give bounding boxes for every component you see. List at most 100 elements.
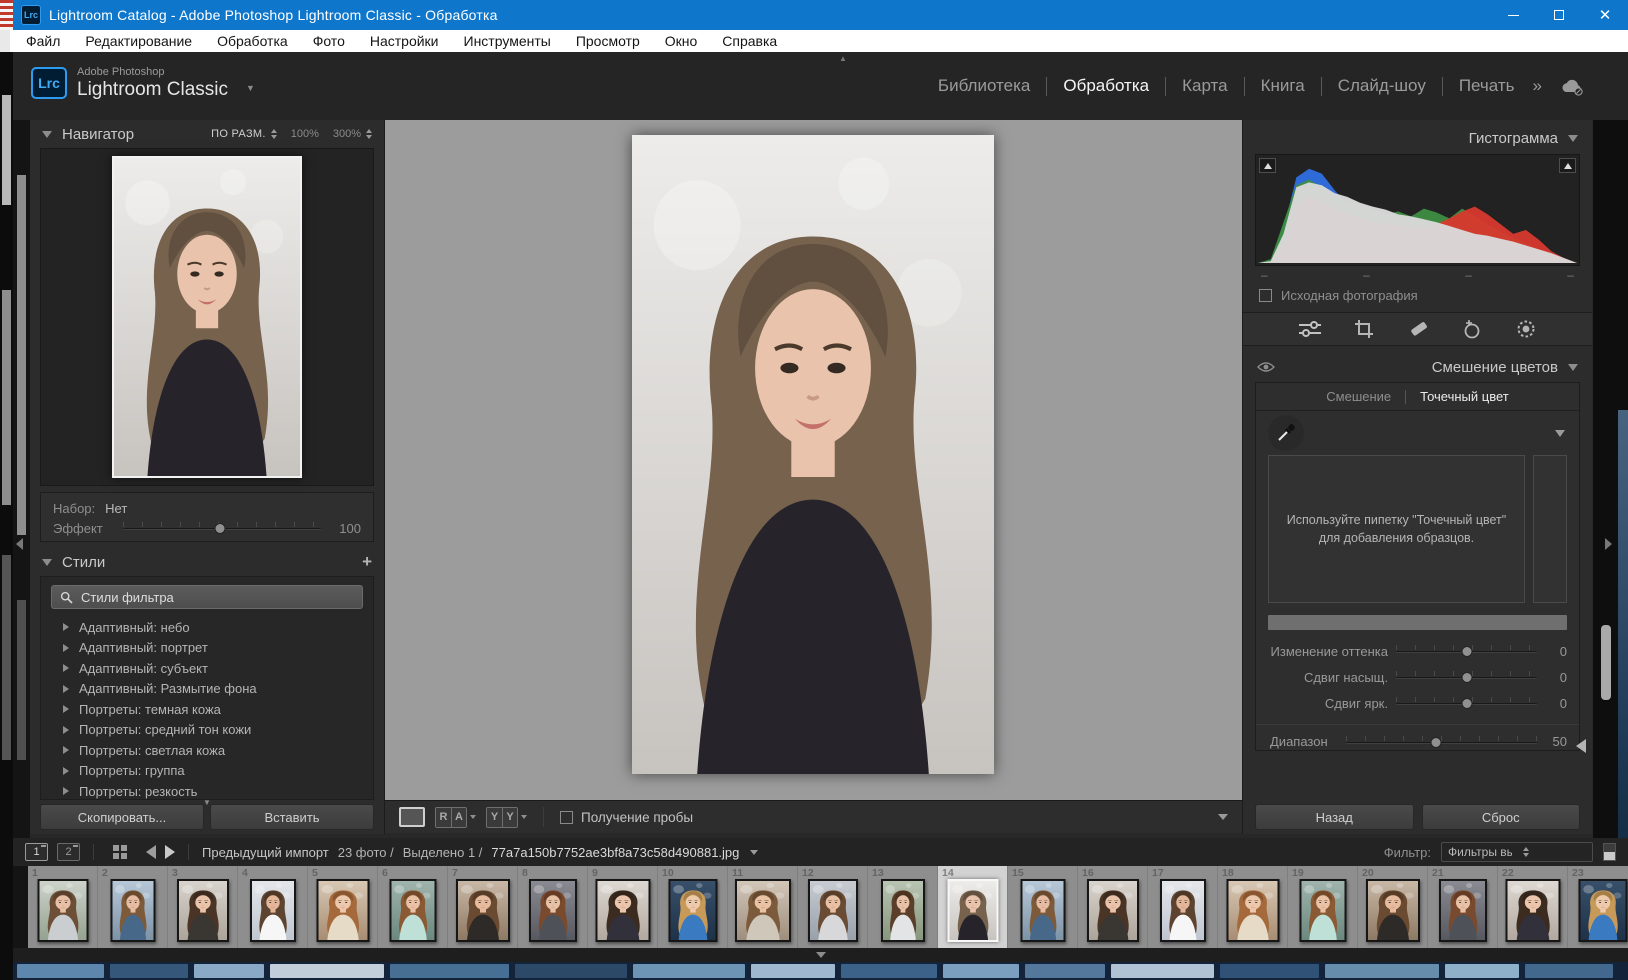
menu-item-1[interactable]: Файл (26, 33, 60, 49)
style-item-3[interactable]: Адаптивный: субъект (41, 658, 373, 679)
range-slider-thumb[interactable] (1430, 737, 1441, 748)
menu-item-6[interactable]: Инструменты (464, 33, 551, 49)
loupe-view-icon[interactable] (399, 807, 425, 827)
filmstrip-cell-13[interactable]: 13 (868, 866, 938, 948)
copy-settings-button[interactable]: Скопировать... (40, 804, 204, 830)
styles-search-input[interactable]: Стили фильтра (51, 585, 363, 609)
filmstrip-cell-18[interactable]: 18 (1218, 866, 1288, 948)
filmstrip-cell-22[interactable]: 22 (1498, 866, 1568, 948)
grid-view-icon[interactable] (113, 845, 127, 859)
expand-triangle-icon[interactable] (63, 726, 69, 734)
menu-item-7[interactable]: Просмотр (576, 33, 640, 49)
close-button[interactable]: ✕ (1582, 0, 1628, 30)
color-mixer-header[interactable]: Смешение цветов (1243, 352, 1592, 382)
filter-dropdown[interactable]: Фильтры выключ... (1441, 842, 1593, 862)
photo-thumbnail[interactable] (529, 879, 577, 942)
slider-thumb[interactable] (1461, 698, 1472, 709)
checkbox-icon[interactable] (560, 811, 573, 824)
source-label[interactable]: Предыдущий импорт (202, 845, 329, 860)
reference-view-group[interactable]: R A (435, 807, 476, 828)
module-3[interactable]: Карта (1180, 72, 1230, 100)
style-item-8[interactable]: Портреты: группа (41, 761, 373, 782)
style-item-2[interactable]: Адаптивный: портрет (41, 638, 373, 659)
histogram-header[interactable]: Гистограмма (1243, 124, 1592, 152)
menu-item-2[interactable]: Редактирование (85, 33, 192, 49)
photo-thumbnail[interactable] (110, 879, 155, 942)
go-forward-icon[interactable] (165, 845, 175, 859)
zoom-300-button[interactable]: 300% (333, 128, 361, 140)
filmstrip-cell-5[interactable]: 5 (308, 866, 378, 948)
module-overflow-button[interactable]: » (1533, 76, 1542, 96)
filmstrip-cell-20[interactable]: 20 (1358, 866, 1428, 948)
second-window-button[interactable]: 2 (57, 843, 80, 861)
expand-triangle-icon[interactable] (63, 746, 69, 754)
filmstrip-cell-11[interactable]: 11 (728, 866, 798, 948)
histogram-box[interactable] (1255, 154, 1580, 266)
photo-thumbnail[interactable] (1087, 879, 1139, 942)
filter-switch[interactable] (1603, 843, 1616, 861)
filmstrip-cell-9[interactable]: 9 (588, 866, 658, 948)
slider-thumb[interactable] (1461, 646, 1472, 657)
maximize-button[interactable] (1536, 0, 1582, 30)
shadow-clipping-icon[interactable] (1259, 158, 1276, 173)
effect-slider-thumb[interactable] (214, 523, 225, 534)
filmstrip-cell-14[interactable]: 14 (938, 866, 1008, 948)
bottom-panel-collapse-icon[interactable] (816, 952, 826, 958)
photo-thumbnail[interactable] (595, 879, 650, 942)
before-after-y1[interactable]: Y (487, 808, 502, 827)
back-button[interactable]: Назад (1255, 804, 1414, 830)
minimize-button[interactable] (1490, 0, 1536, 30)
expand-triangle-icon[interactable] (63, 787, 69, 795)
filmstrip-cell-15[interactable]: 15 (1008, 866, 1078, 948)
chevron-down-icon[interactable] (521, 815, 527, 819)
photo-thumbnail[interactable] (1578, 879, 1627, 942)
chevron-down-icon[interactable] (470, 815, 476, 819)
filmstrip-cell-21[interactable]: 21 (1428, 866, 1498, 948)
filmstrip-cell-7[interactable]: 7 (448, 866, 518, 948)
slider-thumb[interactable] (1461, 672, 1472, 683)
photo-thumbnail[interactable] (316, 879, 369, 942)
chevron-down-icon[interactable] (750, 850, 758, 855)
healing-tool-icon[interactable] (1406, 317, 1430, 341)
range-slider[interactable] (1346, 735, 1537, 749)
brand-caret-icon[interactable]: ▼ (246, 83, 255, 93)
fit-zoom-button[interactable]: ПО РАЗМ. (211, 128, 266, 140)
photo-thumbnail[interactable] (250, 879, 296, 942)
before-after-y2[interactable]: Y (502, 808, 517, 827)
navigator-header[interactable]: Навигатор ПО РАЗМ. 100% 300% (30, 120, 384, 148)
module-6[interactable]: Печать (1457, 72, 1517, 100)
right-panel-collapse-icon[interactable] (1605, 538, 1612, 550)
menu-item-3[interactable]: Обработка (217, 33, 288, 49)
paste-settings-button[interactable]: Вставить (210, 804, 374, 830)
filmstrip-cell-17[interactable]: 17 (1148, 866, 1218, 948)
eye-icon[interactable] (1257, 361, 1275, 373)
module-4[interactable]: Книга (1259, 72, 1307, 100)
style-item-6[interactable]: Портреты: средний тон кожи (41, 720, 373, 741)
photo-thumbnail[interactable] (456, 879, 510, 942)
menu-item-9[interactable]: Справка (722, 33, 777, 49)
fit-spinner-icon[interactable] (271, 129, 277, 139)
reference-view-r[interactable]: R (436, 808, 451, 827)
main-photo[interactable] (632, 135, 994, 774)
menu-item-5[interactable]: Настройки (370, 33, 439, 49)
module-5[interactable]: Слайд-шоу (1336, 72, 1428, 100)
styles-header[interactable]: Стили + (30, 548, 384, 576)
menu-item-8[interactable]: Окно (665, 33, 698, 49)
tab-mixer[interactable]: Смешение (1326, 389, 1391, 404)
chevron-down-icon[interactable] (1555, 430, 1565, 437)
photo-thumbnail[interactable] (668, 879, 717, 942)
filmstrip-cell-12[interactable]: 12 (798, 866, 868, 948)
scrollbar-thumb[interactable] (1601, 625, 1611, 700)
filmstrip-cell-19[interactable]: 19 (1288, 866, 1358, 948)
style-item-1[interactable]: Адаптивный: небо (41, 617, 373, 638)
slider[interactable] (1396, 644, 1537, 658)
toolbar-options-icon[interactable] (1218, 814, 1228, 820)
photo-thumbnail[interactable] (735, 879, 791, 942)
left-panel-collapse-icon[interactable] (16, 538, 23, 550)
photo-thumbnail[interactable] (389, 879, 436, 942)
menu-item-4[interactable]: Фото (313, 33, 345, 49)
cloud-sync-icon[interactable] (1560, 78, 1584, 101)
photo-thumbnail[interactable] (37, 879, 88, 942)
filmstrip-cell-2[interactable]: 2 (98, 866, 168, 948)
effect-slider[interactable] (123, 521, 321, 535)
